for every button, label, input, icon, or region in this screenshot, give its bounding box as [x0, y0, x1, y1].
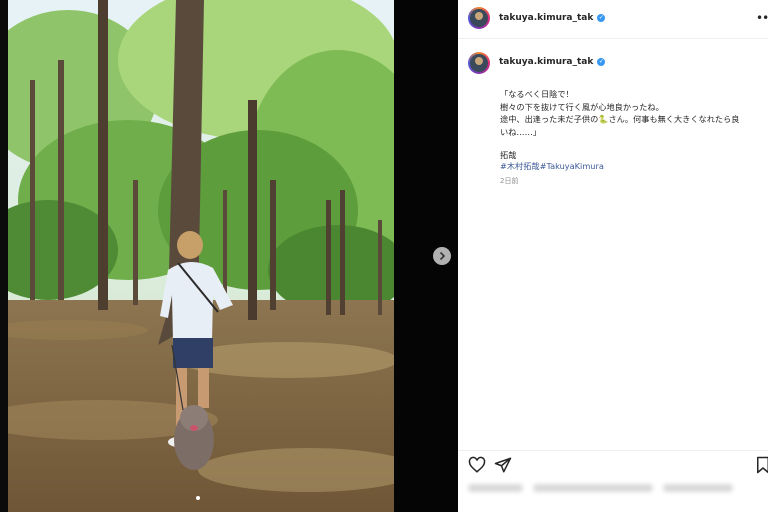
caption-line: 樹々の下を抜けて行く風が心地良かったね。 — [500, 101, 664, 112]
header-username-wrap: takuya.kimura_tak ✓ — [499, 13, 606, 23]
post-photo[interactable] — [8, 0, 394, 512]
post-header: takuya.kimura_tak ✓ ••• — [458, 0, 768, 39]
verified-badge-icon: ✓ — [597, 13, 606, 22]
blurred-text — [468, 484, 523, 492]
post-caption: 「なるべく日陰で！ 樹々の下を抜けて行く風が心地良かったね。 途中、出逢った未だ… — [500, 88, 762, 138]
blurred-likes-row — [458, 478, 768, 512]
post-timestamp[interactable]: 2日前 — [500, 176, 518, 186]
caption-line: 途中、出逢った未だ子供の🐍さん。何事も無く大きくなれたら良 — [500, 114, 740, 124]
paper-plane-icon — [494, 457, 512, 473]
caption-username[interactable]: takuya.kimura_tak — [499, 57, 593, 67]
left-dark-margin — [0, 0, 8, 512]
blurred-text — [663, 484, 733, 492]
post-actions-bar — [458, 450, 768, 479]
caption-username-wrap: takuya.kimura_tak ✓ — [499, 57, 606, 67]
chevron-right-icon — [439, 251, 446, 261]
blurred-text — [533, 484, 653, 492]
next-photo-button[interactable] — [433, 247, 451, 265]
verified-badge-icon: ✓ — [597, 57, 606, 66]
caption-avatar[interactable] — [468, 52, 490, 74]
caption-line: いね……」 — [500, 126, 541, 137]
avatar[interactable] — [468, 7, 490, 29]
post-side-panel: takuya.kimura_tak ✓ ••• takuya.kimura_tak… — [458, 0, 768, 512]
header-username[interactable]: takuya.kimura_tak — [499, 13, 593, 23]
park-photo-illustration — [8, 0, 394, 512]
save-button[interactable] — [754, 456, 768, 474]
bookmark-icon — [757, 456, 768, 474]
share-button[interactable] — [494, 456, 512, 474]
like-button[interactable] — [468, 456, 486, 474]
heart-icon — [468, 456, 486, 473]
more-options-icon[interactable]: ••• — [756, 11, 768, 25]
caption-line: 「なるべく日陰で！ — [500, 89, 574, 99]
hashtag-links[interactable]: #木村拓哉#TakuyaKimura — [500, 160, 604, 172]
